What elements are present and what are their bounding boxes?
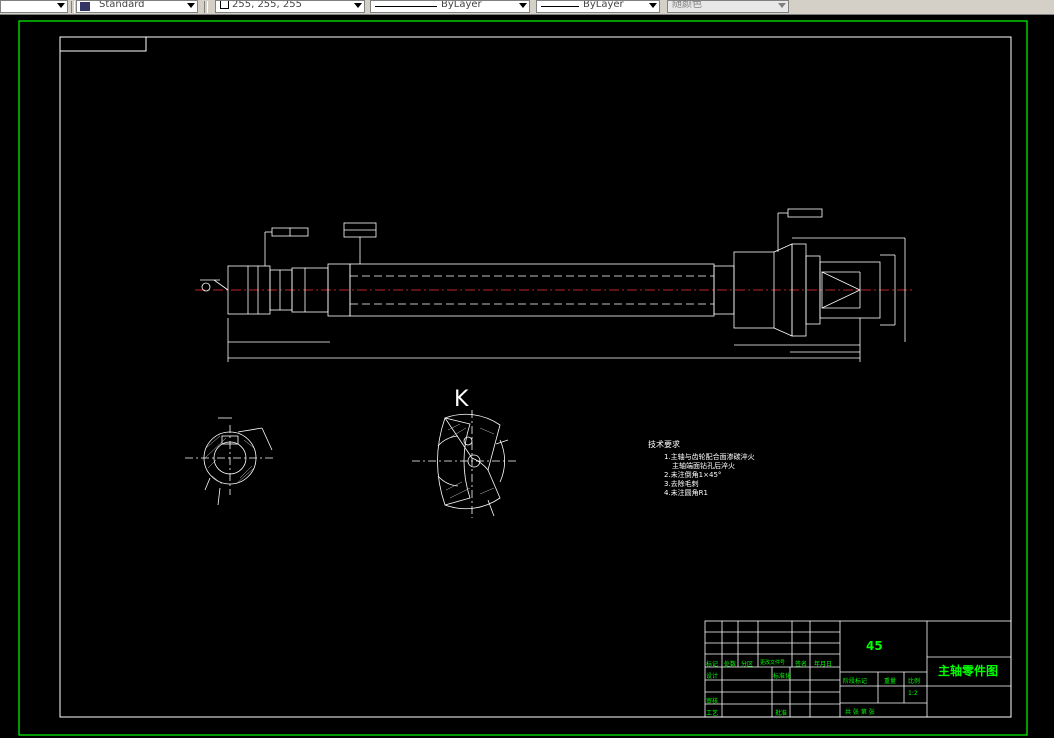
chevron-down-icon [778,3,786,8]
tech-note-item: 3.去除毛刺 [664,480,699,488]
tech-note-item: 1.主轴与齿轮配合面渗碳淬火 [664,453,755,461]
label-count: 处数 [724,661,737,668]
toolbar-separator [204,1,208,13]
label-mark: 标记 [706,661,719,668]
linetype-sample [375,6,437,7]
label-stage-mark: 阶段标记 [843,678,868,685]
color-value: 255, 255, 255 [232,0,302,10]
drawing-frame [18,20,1028,736]
section-view-k [412,410,518,518]
label-standardize: 标准化 [773,673,792,680]
toolbar-separator [71,1,75,13]
technical-requirements: 技术要求 1.主轴与齿轮配合面渗碳淬火 主轴端面钻孔后淬火 2.未注倒角1×45… [648,440,755,498]
label-design: 设计 [706,673,719,680]
drawing-canvas[interactable]: K [0,15,1054,738]
label-zone: 分区 [741,661,754,668]
text-style-icon [80,2,90,11]
label-process: 工艺 [706,710,719,717]
chevron-down-icon [354,3,362,8]
layer-combo[interactable] [0,0,68,13]
plot-style-combo[interactable]: 随颜色 [667,0,789,13]
shaft-main-view [195,208,915,362]
label-date: 年月日 [814,661,833,668]
tech-note-item: 4.未注圆角R1 [664,489,708,497]
label-approve: 批准 [775,710,788,717]
material-value: 45 [866,639,883,653]
tech-notes-title: 技术要求 [648,440,680,449]
chevron-down-icon [57,3,65,8]
chevron-down-icon [187,3,195,8]
label-sheets: 共 张 第 张 [845,709,875,716]
lineweight-value: ByLayer [583,0,624,10]
chevron-down-icon [519,3,527,8]
color-swatch [220,1,229,9]
label-change-doc: 更改文件号 [760,660,786,666]
drawing-name: 主轴零件图 [938,664,999,678]
lineweight-combo[interactable]: ByLayer [536,0,660,13]
section-view-left [185,417,275,506]
color-combo[interactable]: 255, 255, 255 [215,0,365,13]
label-ratio: 比例 [908,678,921,685]
properties-toolbar: Standard 255, 255, 255 ByLayer ByLayer 随… [0,0,1054,15]
plot-style-value: 随颜色 [672,0,702,10]
label-signature: 签名 [795,661,808,668]
chevron-down-icon [649,3,657,8]
label-weight: 重量 [884,678,897,685]
text-style-value: Standard [99,0,145,10]
linetype-combo[interactable]: ByLayer [370,0,530,13]
tech-note-item: 主轴端面钻孔后淬火 [672,462,735,470]
section-k-label: K [454,387,469,412]
tech-note-item: 2.未注倒角1×45° [664,471,722,479]
lineweight-sample [541,6,579,7]
text-style-combo[interactable]: Standard [76,0,198,13]
scale-value: 1:2 [908,690,918,697]
linetype-value: ByLayer [441,0,482,10]
label-review: 审核 [706,698,719,705]
